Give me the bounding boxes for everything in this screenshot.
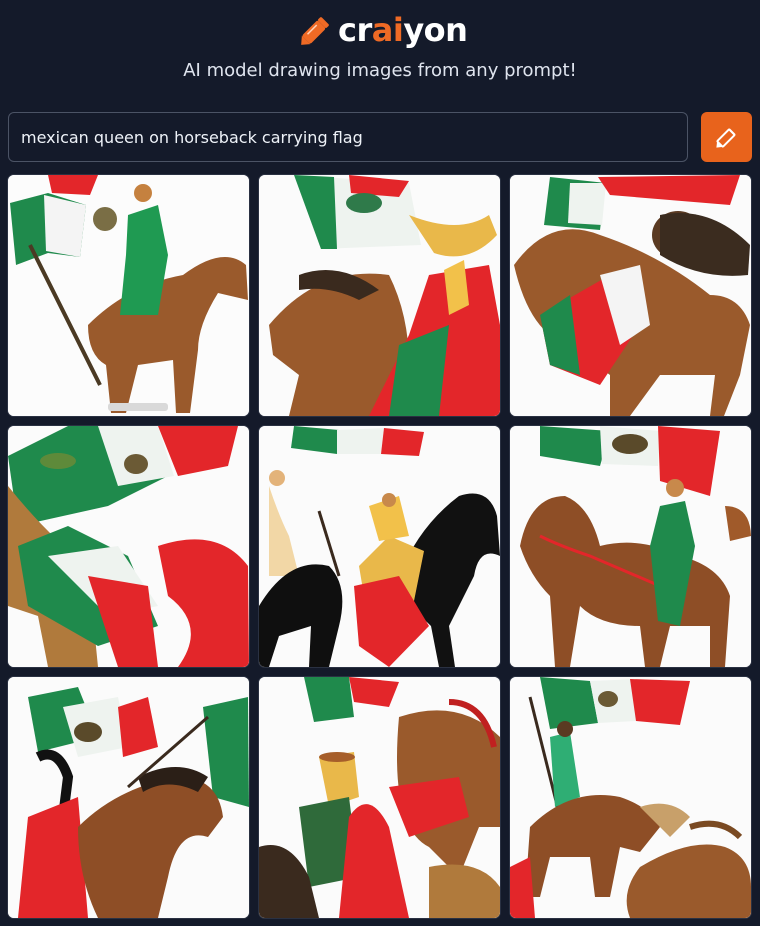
generated-image-5[interactable] [259, 426, 500, 667]
logo-text-part-1: cr [338, 11, 372, 49]
craiyon-logo[interactable]: craiyon [298, 10, 468, 50]
generated-image-2[interactable] [259, 175, 500, 416]
draw-button[interactable] [701, 112, 752, 162]
generated-image-1[interactable] [8, 175, 249, 416]
app-header: craiyon AI model drawing images from any… [0, 0, 760, 100]
generated-image-6[interactable] [510, 426, 751, 667]
generated-image-4[interactable] [8, 426, 249, 667]
prompt-input[interactable] [8, 112, 688, 162]
pencil-icon [715, 128, 735, 148]
logo-text-part-3: yon [403, 11, 468, 49]
generated-image-9[interactable] [510, 677, 751, 918]
logo-text-accent: ai [371, 11, 404, 49]
logo-text: craiyon [338, 10, 468, 50]
results-grid [8, 175, 752, 918]
generated-image-7[interactable] [8, 677, 249, 918]
tagline: AI model drawing images from any prompt! [183, 60, 577, 81]
generated-image-8[interactable] [259, 677, 500, 918]
pencil-icon [301, 17, 329, 45]
generated-image-3[interactable] [510, 175, 751, 416]
